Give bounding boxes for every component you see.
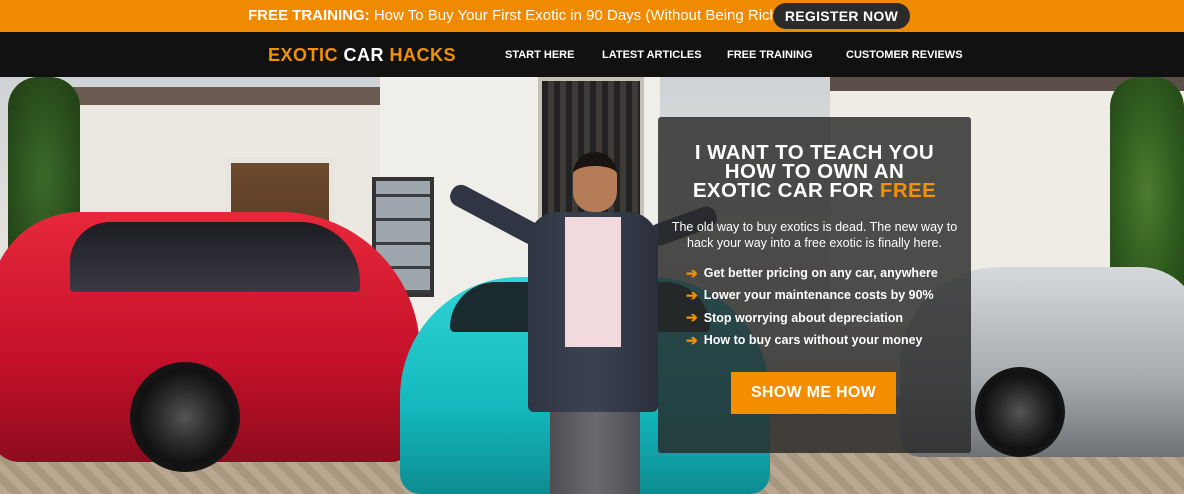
headline-line-3-text: EXOTIC CAR FOR <box>692 179 880 202</box>
logo-word-hacks: HACKS <box>389 45 457 65</box>
arrow-right-icon: ➔ <box>686 331 698 348</box>
benefit-list: ➔ Get better pricing on any car, anywhere… <box>686 262 938 351</box>
nav-item-start-here[interactable]: START HERE <box>505 49 574 61</box>
hero-headline: I WANT TO TEACH YOU HOW TO OWN AN EXOTIC… <box>658 142 971 202</box>
hero-subtext: The old way to buy exotics is dead. The … <box>671 220 958 250</box>
site-logo[interactable]: EXOTIC CAR HACKS <box>268 45 456 66</box>
hero-image-wheel <box>975 367 1065 457</box>
benefit-item: ➔ Get better pricing on any car, anywhere <box>686 262 938 284</box>
hero-image-person-shirt <box>565 217 621 347</box>
hero-image-person-legs <box>550 412 640 494</box>
logo-word-exotic: EXOTIC <box>268 45 344 65</box>
arrow-right-icon: ➔ <box>686 264 698 281</box>
nav-item-free-training[interactable]: FREE TRAINING <box>727 49 813 61</box>
headline-accent-free: FREE <box>879 179 937 202</box>
benefit-text: How to buy cars without your money <box>703 333 923 348</box>
benefit-text: Lower your maintenance costs by 90% <box>703 288 934 303</box>
hero-image-red-car-window <box>70 222 360 292</box>
benefit-item: ➔ How to buy cars without your money <box>686 329 938 351</box>
register-now-button[interactable]: REGISTER NOW <box>773 3 910 29</box>
benefit-item: ➔ Stop worrying about depreciation <box>686 307 938 329</box>
promo-label-text: How To Buy Your First Exotic in 90 Days … <box>369 7 783 24</box>
promo-bar: FREE TRAINING: How To Buy Your First Exo… <box>0 0 1184 32</box>
hero-offer-card: I WANT TO TEACH YOU HOW TO OWN AN EXOTIC… <box>658 117 971 453</box>
promo-label-bold: FREE TRAINING: <box>248 7 370 24</box>
hero-image-wheel <box>130 362 240 472</box>
arrow-right-icon: ➔ <box>686 309 698 326</box>
promo-text: FREE TRAINING: How To Buy Your First Exo… <box>248 7 783 24</box>
logo-word-car: CAR <box>343 45 390 65</box>
benefit-text: Stop worrying about depreciation <box>703 310 904 325</box>
show-me-how-button[interactable]: SHOW ME HOW <box>731 372 896 414</box>
main-nav: EXOTIC CAR HACKS START HERE LATEST ARTIC… <box>0 32 1184 77</box>
arrow-right-icon: ➔ <box>686 286 698 303</box>
nav-item-latest-articles[interactable]: LATEST ARTICLES <box>602 49 702 61</box>
benefit-item: ➔ Lower your maintenance costs by 90% <box>686 284 938 306</box>
hero-banner <box>0 77 1184 494</box>
nav-item-customer-reviews[interactable]: CUSTOMER REVIEWS <box>846 49 963 61</box>
hero-image-person-head <box>573 152 617 212</box>
benefit-text: Get better pricing on any car, anywhere <box>703 266 938 281</box>
headline-line-3: EXOTIC CAR FOR FREE <box>658 179 971 202</box>
